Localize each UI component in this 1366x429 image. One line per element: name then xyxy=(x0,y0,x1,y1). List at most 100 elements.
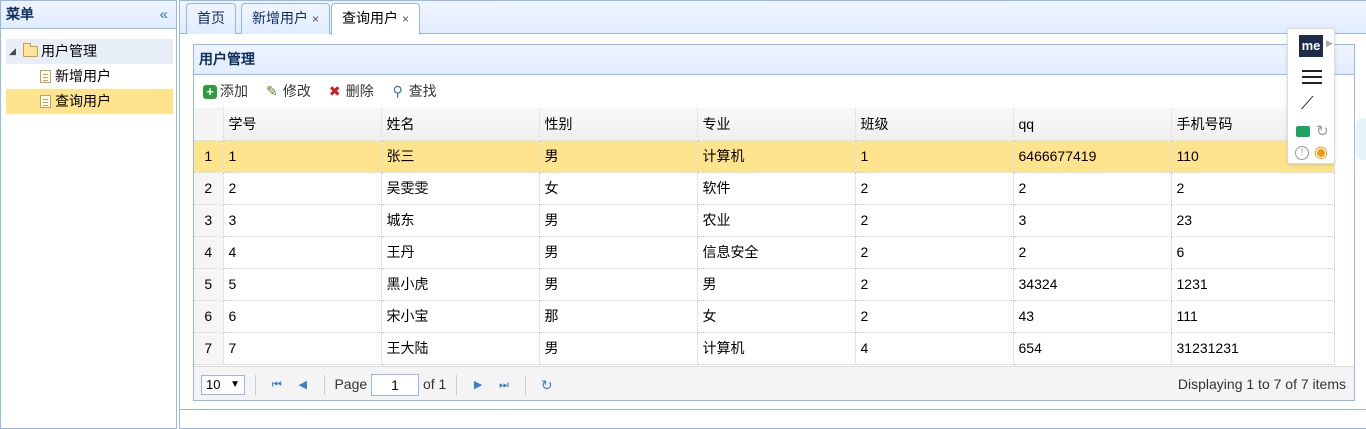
table-row[interactable]: 5 5 黑小虎 男 男 2 34324 1231 xyxy=(194,268,1335,301)
page-size-value: 10 xyxy=(206,377,221,393)
prev-page-icon[interactable]: ◀ xyxy=(292,368,314,402)
table-cell: 3 xyxy=(223,204,382,237)
refresh-icon[interactable]: ↻ xyxy=(1316,122,1329,140)
table-cell: 软件 xyxy=(697,172,856,205)
page-size-select[interactable]: 10 ▼ xyxy=(201,375,245,396)
grid-header-row: 学号 姓名 性别 专业 班级 qq 手机号码 xyxy=(194,108,1335,141)
search-icon: ⚲ xyxy=(392,83,403,99)
first-page-icon[interactable]: ⏮ xyxy=(266,368,288,402)
tree-node-add-user[interactable]: 新增用户 xyxy=(6,64,173,89)
table-row[interactable]: 6 6 宋小宝 那 女 2 43 111 xyxy=(194,300,1335,333)
me-logo[interactable]: me xyxy=(1299,35,1323,57)
last-page-icon[interactable]: ⏭ xyxy=(493,368,515,402)
tree-node-label: 用户管理 xyxy=(41,43,97,59)
close-icon[interactable]: × xyxy=(312,12,319,26)
table-cell: 计算机 xyxy=(697,140,856,173)
table-cell: 31231231 xyxy=(1171,332,1335,365)
tab-add-user[interactable]: 新增用户 × xyxy=(241,3,331,34)
close-icon[interactable]: × xyxy=(402,12,409,26)
table-cell: 2 xyxy=(855,172,1014,205)
row-number: 3 xyxy=(194,204,224,237)
column-header[interactable]: 性别 xyxy=(539,108,698,141)
row-number: 5 xyxy=(194,268,224,301)
table-cell: 6 xyxy=(1171,236,1335,269)
tab-label: 新增用户 xyxy=(252,10,308,26)
table-cell: 1 xyxy=(223,140,382,173)
table-cell: 2 xyxy=(855,204,1014,237)
divider xyxy=(179,409,1366,410)
separator xyxy=(254,375,256,396)
table-cell: 2 xyxy=(1013,236,1172,269)
row-number: 1 xyxy=(194,140,224,173)
table-row[interactable]: 2 2 吴雯雯 女 软件 2 2 2 xyxy=(194,172,1335,205)
table-cell: 654 xyxy=(1013,332,1172,365)
file-icon xyxy=(40,95,51,108)
delete-label: 删除 xyxy=(345,83,374,99)
table-cell: 黑小虎 xyxy=(381,268,540,301)
chevron-right-icon[interactable]: ▶ xyxy=(1326,38,1333,49)
add-button[interactable]: + 添加 xyxy=(203,75,248,107)
magic-wand-icon[interactable]: ⟋ xyxy=(1301,93,1314,114)
row-number: 6 xyxy=(194,300,224,333)
edit-button[interactable]: ✎ 修改 xyxy=(264,75,311,107)
table-cell: 2 xyxy=(1013,172,1172,205)
tree-expand-icon[interactable]: ◢ xyxy=(9,39,16,64)
table-cell: 城东 xyxy=(381,204,540,237)
menu-panel: 菜单 « ◢ 用户管理 新增用户 查询用户 xyxy=(0,0,177,429)
next-page-icon[interactable]: ▶ xyxy=(467,368,489,402)
refresh-icon[interactable]: ↻ xyxy=(536,368,558,402)
info-icon[interactable]: ! xyxy=(1295,146,1309,160)
table-row[interactable]: 3 3 城东 男 农业 2 3 23 xyxy=(194,204,1335,237)
table-cell: 6 xyxy=(223,300,382,333)
page-number-input[interactable]: 1 xyxy=(371,374,420,397)
side-handle[interactable] xyxy=(1356,118,1366,160)
column-header[interactable]: 学号 xyxy=(223,108,382,141)
row-number: 7 xyxy=(194,332,224,365)
delete-button[interactable]: ✖ 删除 xyxy=(327,75,374,107)
tree-node-user-management[interactable]: ◢ 用户管理 xyxy=(6,39,173,64)
table-cell: 男 xyxy=(539,204,698,237)
extension-widget: me ▶ ⟋ ↻ ! ◉ xyxy=(1287,28,1335,164)
table-cell: 2 xyxy=(855,236,1014,269)
table-cell: 吴雯雯 xyxy=(381,172,540,205)
table-cell: 5 xyxy=(223,268,382,301)
tab-home[interactable]: 首页 xyxy=(186,3,236,34)
table-cell: 43 xyxy=(1013,300,1172,333)
double-chevron-left-icon[interactable]: « xyxy=(160,1,168,28)
table-cell: 6466677419 xyxy=(1013,140,1172,173)
toolbar: + 添加 ✎ 修改 ✖ 删除 ⚲ 查找 xyxy=(194,75,1354,107)
column-header[interactable]: 姓名 xyxy=(381,108,540,141)
menu-icon[interactable] xyxy=(1302,70,1322,84)
separator xyxy=(524,375,526,396)
column-header[interactable]: 班级 xyxy=(855,108,1014,141)
cast-icon[interactable] xyxy=(1296,126,1310,137)
table-cell: 男 xyxy=(539,140,698,173)
page-total: of 1 xyxy=(422,376,447,392)
table-cell: 张三 xyxy=(381,140,540,173)
table-cell: 4 xyxy=(855,332,1014,365)
tab-query-user[interactable]: 查询用户 × xyxy=(331,3,421,35)
user-grid: 学号 姓名 性别 专业 班级 qq 手机号码 1 1 张三 男 计算机 1 64… xyxy=(194,108,1335,365)
eye-icon[interactable]: ◉ xyxy=(1314,142,1328,162)
table-cell: 男 xyxy=(539,332,698,365)
table-cell: 男 xyxy=(697,268,856,301)
file-icon xyxy=(40,70,51,83)
tree-node-query-user[interactable]: 查询用户 xyxy=(6,89,173,114)
table-cell: 2 xyxy=(855,300,1014,333)
separator xyxy=(323,375,325,396)
table-cell: 4 xyxy=(223,236,382,269)
table-row[interactable]: 4 4 王丹 男 信息安全 2 2 6 xyxy=(194,236,1335,269)
menu-header: 菜单 « xyxy=(1,1,176,29)
table-cell: 1 xyxy=(855,140,1014,173)
user-management-panel: 用户管理 + 添加 ✎ 修改 ✖ 删除 ⚲ 查找 学号 姓名 性别 专业 班级 … xyxy=(193,44,1355,401)
table-row[interactable]: 1 1 张三 男 计算机 1 6466677419 110 xyxy=(194,140,1335,173)
add-icon: + xyxy=(203,85,217,99)
tab-label: 首页 xyxy=(197,10,225,26)
pencil-icon: ✎ xyxy=(266,83,278,99)
table-cell: 女 xyxy=(539,172,698,205)
column-header[interactable]: 专业 xyxy=(697,108,856,141)
table-cell: 宋小宝 xyxy=(381,300,540,333)
table-row[interactable]: 7 7 王大陆 男 计算机 4 654 31231231 xyxy=(194,332,1335,365)
column-header[interactable]: qq xyxy=(1013,108,1172,141)
search-button[interactable]: ⚲ 查找 xyxy=(390,75,437,107)
